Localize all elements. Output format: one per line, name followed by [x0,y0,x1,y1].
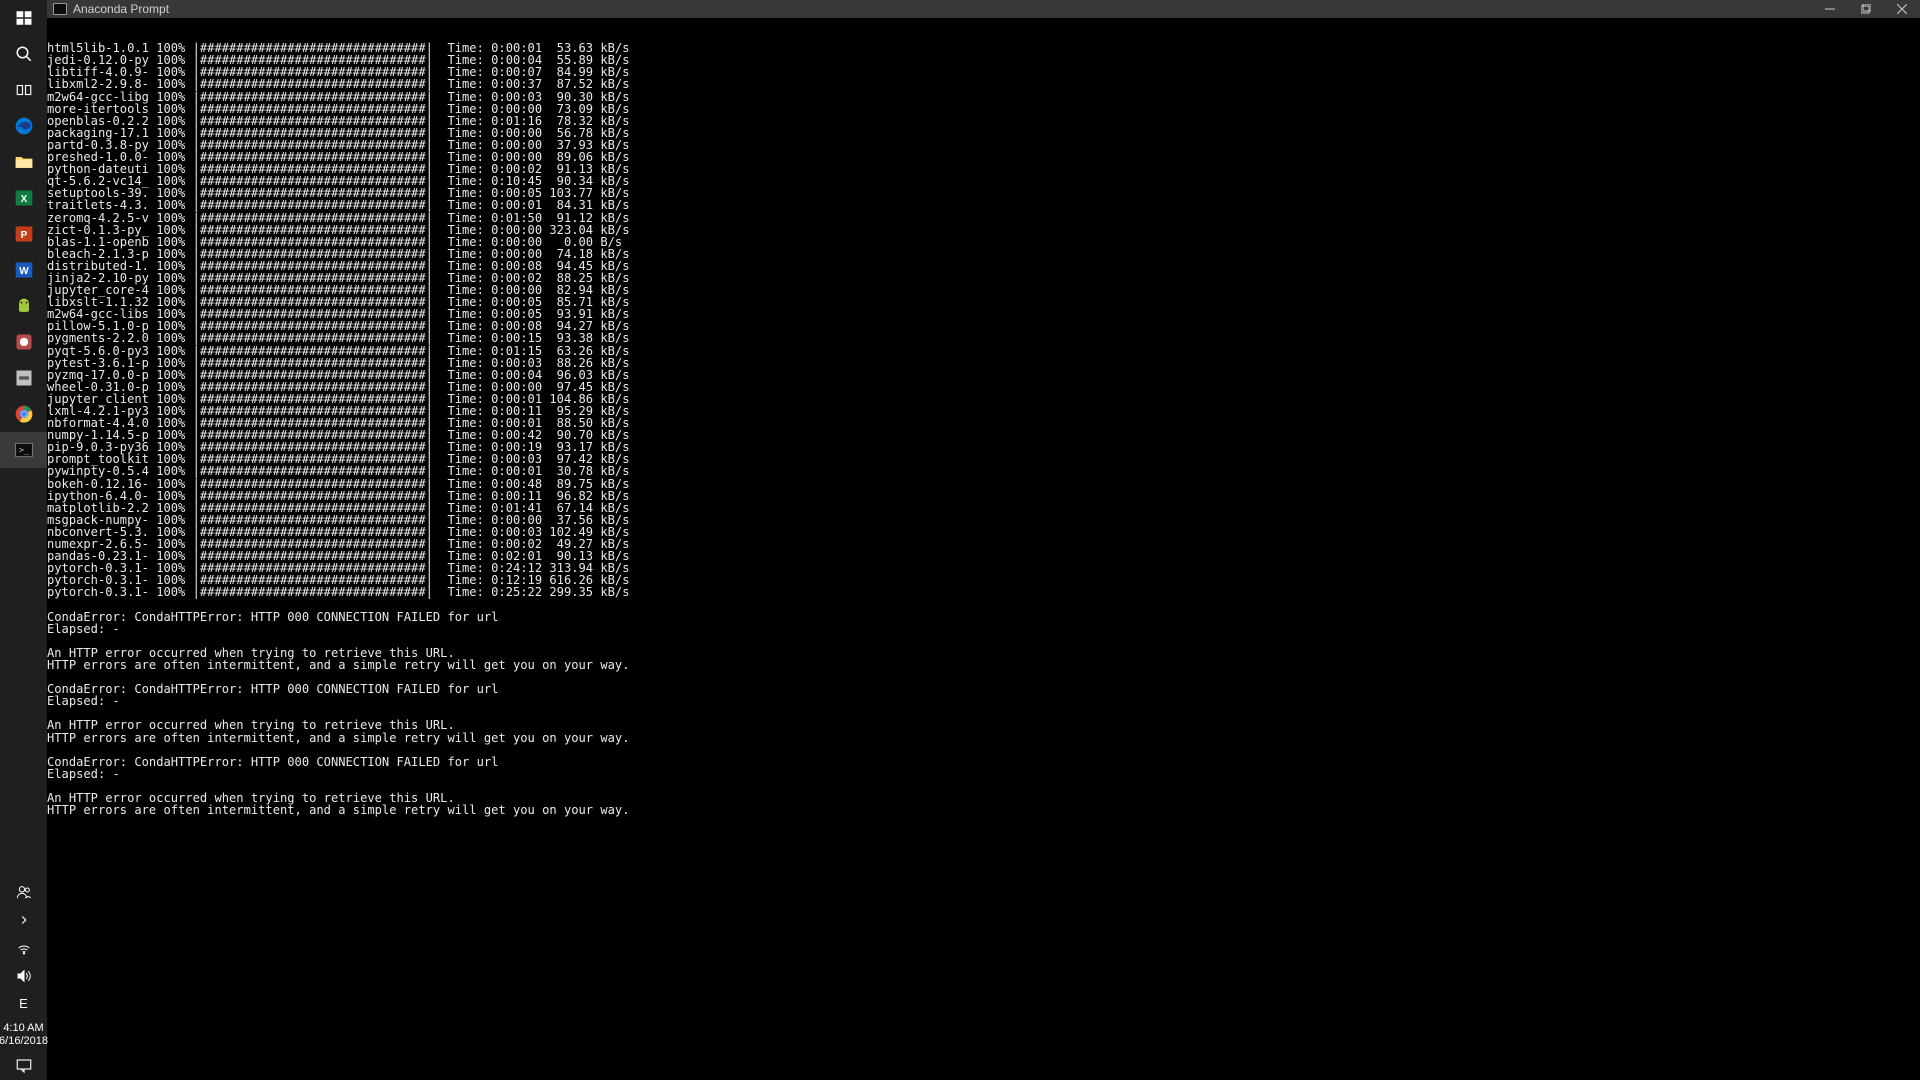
maximize-button[interactable] [1848,0,1884,18]
powerpoint-button[interactable]: P [0,216,47,252]
download-row: traitlets-4.3. 100% |###################… [47,199,1920,211]
clock[interactable]: 4:10 AM 6/16/2018 [0,1018,48,1052]
minimize-button[interactable] [1812,0,1848,18]
people-icon [13,881,35,903]
other-app-button[interactable] [0,324,47,360]
volume-icon [13,965,35,987]
wifi-button[interactable] [0,934,47,962]
excel-icon: X [13,187,35,209]
taskview-icon [13,79,35,101]
chrome-icon [13,403,35,425]
action-center-button[interactable] [0,1052,47,1080]
search-button[interactable] [0,36,47,72]
error-line: CondaError: CondaHTTPError: HTTP 000 CON… [47,611,1920,623]
chevron-icon [13,909,35,931]
close-button[interactable] [1884,0,1920,18]
word-icon: W [13,259,35,281]
volume-button[interactable] [0,962,47,990]
download-row: bokeh-0.12.16- 100% |###################… [47,478,1920,490]
error-line: Elapsed: - [47,623,1920,635]
download-row: pyqt-5.6.0-py3 100% |###################… [47,345,1920,357]
svg-text:>_: >_ [19,445,30,455]
word-button[interactable]: W [0,252,47,288]
error-line: Elapsed: - [47,768,1920,780]
svg-text:W: W [19,266,29,277]
steam-button[interactable] [0,360,47,396]
download-row: zeromq-4.2.5-v 100% |###################… [47,212,1920,224]
download-row: ipython-6.4.0- 100% |###################… [47,490,1920,502]
window-title: Anaconda Prompt [73,2,169,16]
clock-date: 6/16/2018 [0,1035,48,1048]
download-row: pygments-2.2.0 100% |###################… [47,332,1920,344]
taskbar: X P W >_ E 4:10 AM 6/16/2018 [0,0,47,1080]
titlebar[interactable]: Anaconda Prompt [47,0,1920,18]
error-line: HTTP errors are often intermittent, and … [47,732,1920,744]
search-icon [13,43,35,65]
start-button[interactable] [0,0,47,36]
edge-button[interactable] [0,108,47,144]
download-row: pytorch-0.3.1- 100% |###################… [47,586,1920,598]
powerpoint-icon: P [13,223,35,245]
edge-icon [13,115,35,137]
svg-text:X: X [20,194,27,205]
anaconda-prompt-window: Anaconda Prompt html5lib-1.0.1 100% |###… [47,0,1920,1080]
taskbar-bottom: E 4:10 AM 6/16/2018 [0,878,47,1080]
download-row: pywinpty-0.5.4 100% |###################… [47,465,1920,477]
svg-text:P: P [20,230,27,241]
window-controls [1812,0,1920,18]
error-line: Elapsed: - [47,695,1920,707]
download-row: pytest-3.6.1-p 100% |###################… [47,357,1920,369]
people-button[interactable] [0,878,47,906]
download-row: libxml2-2.9.8- 100% |###################… [47,78,1920,90]
app-icon [13,331,35,353]
error-line: HTTP errors are often intermittent, and … [47,804,1920,816]
chrome-button[interactable] [0,396,47,432]
download-row: zict-0.1.3-py_ 100% |###################… [47,224,1920,236]
terminal-output[interactable]: html5lib-1.0.1 100% |###################… [47,18,1920,1080]
download-row: pyzmq-17.0.0-p 100% |###################… [47,369,1920,381]
language-indicator: E [19,996,28,1011]
app-icon [53,3,67,15]
excel-button[interactable]: X [0,180,47,216]
android-icon [13,295,35,317]
wifi-icon [13,937,35,959]
terminal-icon: >_ [13,439,35,461]
download-row: more-itertools 100% |###################… [47,103,1920,115]
anaconda-prompt-button[interactable]: >_ [0,432,47,468]
download-row: blas-1.1-openb 100% |###################… [47,236,1920,248]
folder-icon [13,151,35,173]
error-line: An HTTP error occurred when trying to re… [47,719,1920,731]
download-row: m2w64-gcc-libg 100% |###################… [47,91,1920,103]
error-line: HTTP errors are often intermittent, and … [47,659,1920,671]
steam-icon [13,367,35,389]
error-line: CondaError: CondaHTTPError: HTTP 000 CON… [47,756,1920,768]
android-studio-button[interactable] [0,288,47,324]
error-line: CondaError: CondaHTTPError: HTTP 000 CON… [47,683,1920,695]
taskbar-top: X P W >_ [0,0,47,468]
file-explorer-button[interactable] [0,144,47,180]
language-button[interactable]: E [0,990,47,1018]
taskview-button[interactable] [0,72,47,108]
windows-icon [13,7,35,29]
tray-expand-button[interactable] [0,906,47,934]
clock-time: 4:10 AM [0,1022,48,1035]
